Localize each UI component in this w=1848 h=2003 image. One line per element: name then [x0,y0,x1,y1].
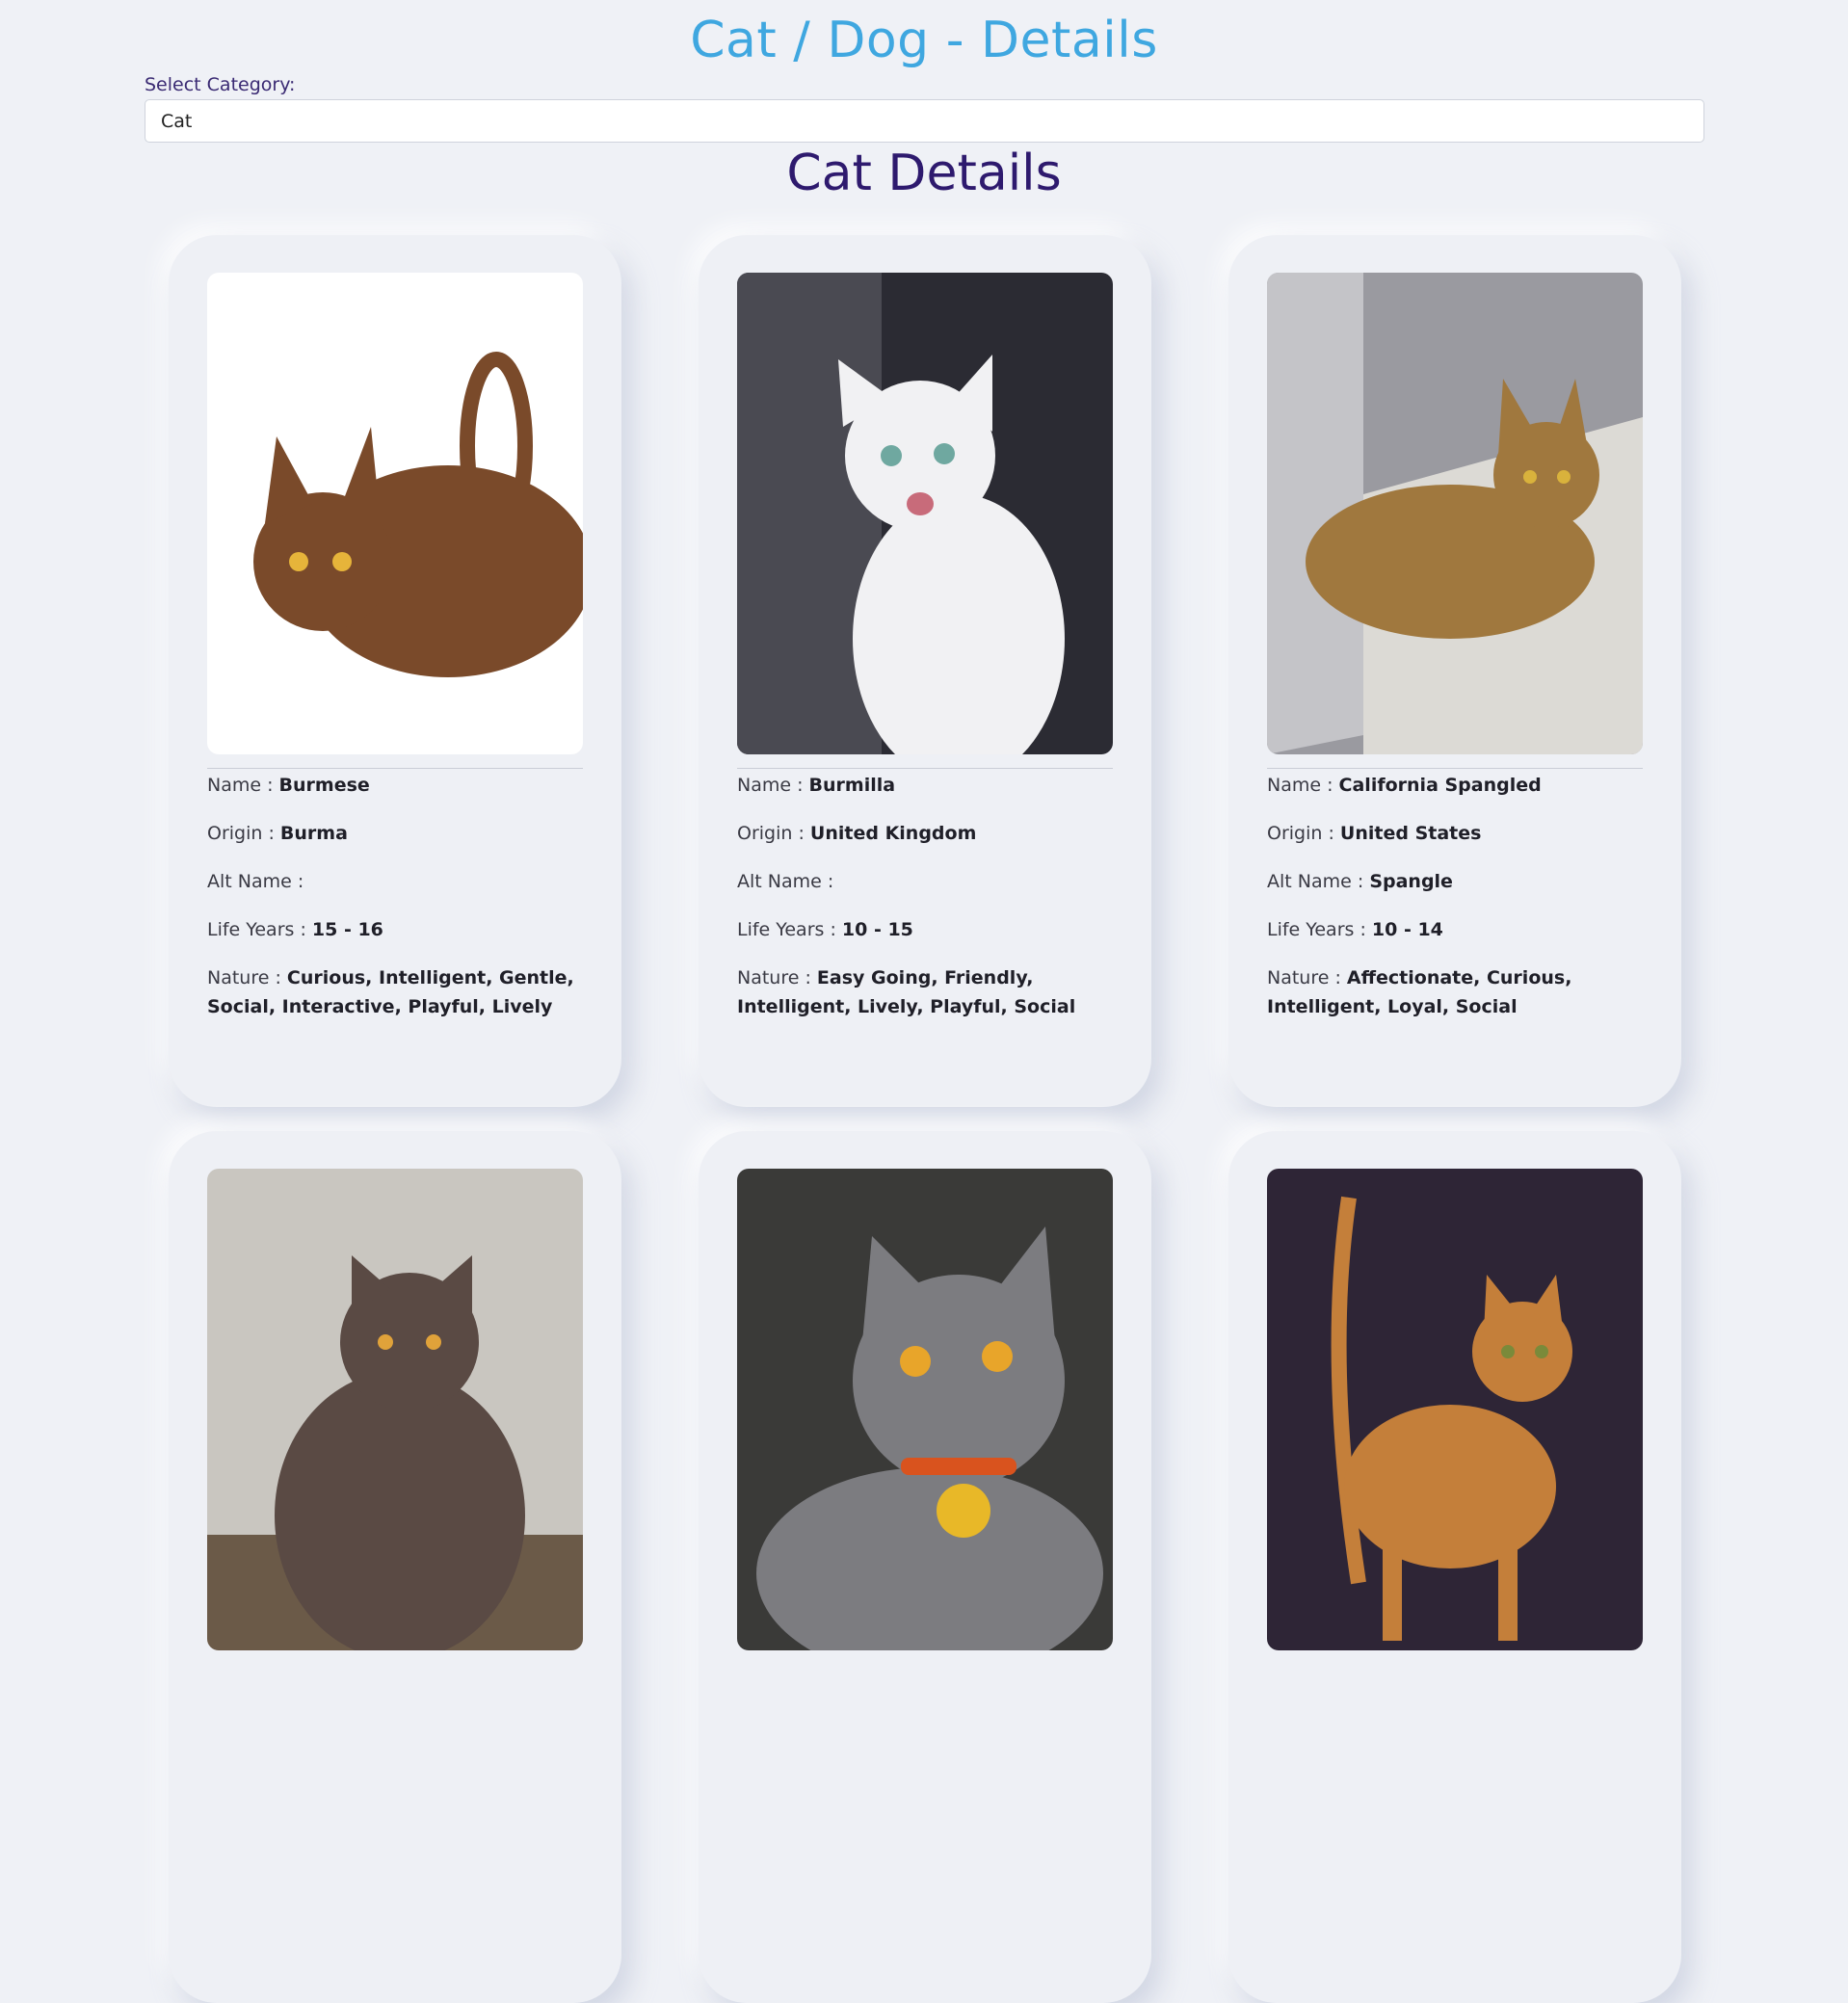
card-divider [737,768,1113,769]
origin-row: Origin : United States [1267,823,1482,844]
cat-eye-left [881,445,902,466]
select-category-label: Select Category: [145,74,296,95]
cat-photo [207,273,583,754]
cat-body [1344,1405,1556,1568]
cat-eye-left [1501,1345,1515,1358]
cat-eye-right [982,1341,1013,1372]
cat-card [169,1131,621,2003]
cat-eye-left [900,1346,931,1377]
category-select-value: Cat [161,110,193,132]
life-years-row: Life Years : 10 - 15 [737,919,913,940]
section-title: Cat Details [786,145,1062,202]
origin-row: Origin : United Kingdom [737,823,977,844]
alt-name-row: Alt Name : Spangle [1267,871,1453,892]
life-years-value: 10 - 14 [1371,919,1443,940]
origin-value: United States [1339,823,1482,844]
cat-collar [901,1458,1016,1475]
card-divider [1267,768,1643,769]
name-row: Name : Burmese [207,775,370,796]
card-info: Name : California Spangled Origin : Unit… [1267,771,1645,1041]
cat-card: Name : California Spangled Origin : Unit… [1228,235,1681,1107]
cat-card: Name : Burmese Origin : Burma Alt Name :… [169,235,621,1107]
origin-value: Burma [279,823,348,844]
cat-eye-right [1557,470,1571,484]
origin-row: Origin : Burma [207,823,348,844]
origin-value: United Kingdom [809,823,977,844]
alt-name-row: Alt Name : [207,871,304,892]
cat-photo [207,1169,583,1650]
cat-leg [1498,1506,1518,1641]
cat-mouth [907,492,934,515]
name-row: Name : California Spangled [1267,775,1542,796]
cat-card [699,1131,1151,2003]
life-years-value: 10 - 15 [841,919,913,940]
card-info: Name : Burmese Origin : Burma Alt Name :… [207,771,585,1041]
alt-name-row: Alt Name : [737,871,834,892]
alt-name-value: Spangle [1369,871,1453,892]
cat-eye-right [426,1334,441,1350]
life-years-row: Life Years : 15 - 16 [207,919,383,940]
card-info: Name : Burmilla Origin : United Kingdom … [737,771,1115,1041]
name-value: Burmilla [808,775,896,796]
name-value: California Spangled [1338,775,1542,796]
category-select[interactable]: Cat [145,99,1704,143]
nature-row: Nature : Curious, Intelligent, Gentle, S… [207,967,574,1017]
cat-eye-right [1535,1345,1548,1358]
name-row: Name : Burmilla [737,775,896,796]
cat-photo [1267,273,1643,754]
cat-card [1228,1131,1681,2003]
cat-card: Name : Burmilla Origin : United Kingdom … [699,235,1151,1107]
card-divider [207,768,583,769]
nature-row: Nature : Easy Going, Friendly, Intellige… [737,967,1076,1017]
cat-photo [737,273,1113,754]
life-years-value: 15 - 16 [311,919,383,940]
cat-eye-left [378,1334,393,1350]
cat-eye-left [289,552,308,571]
name-value: Burmese [278,775,370,796]
cat-photo [1267,1169,1643,1650]
cat-leg [1383,1506,1402,1641]
page-title: Cat / Dog - Details [690,12,1158,69]
cat-photo [737,1169,1113,1650]
cat-eye-right [934,443,955,464]
cat-tag [937,1484,990,1538]
cat-body [275,1371,525,1650]
cat-eye-left [1523,470,1537,484]
nature-row: Nature : Affectionate, Curious, Intellig… [1267,967,1572,1017]
life-years-row: Life Years : 10 - 14 [1267,919,1443,940]
cat-eye-right [332,552,352,571]
